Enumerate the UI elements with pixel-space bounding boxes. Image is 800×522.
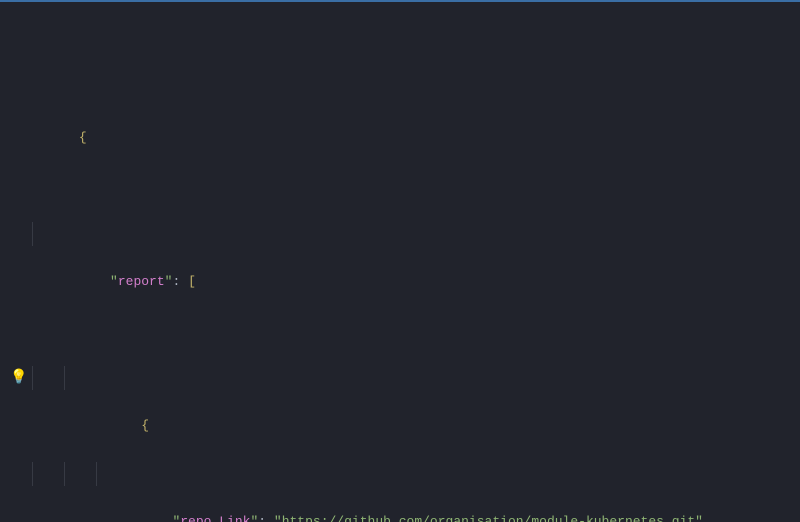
code-line: "repo_Link": "https://github.com/organis… (32, 462, 800, 486)
quote: " (695, 514, 703, 522)
repo-link-url[interactable]: https://github.com/organisation/module-k… (282, 514, 695, 522)
colon: : (172, 274, 188, 289)
colon: : (258, 514, 274, 522)
bracket-open: [ (188, 274, 196, 289)
code-line: { (32, 102, 800, 126)
quote: " (110, 274, 118, 289)
brace-open: { (141, 418, 149, 433)
json-key-report: report (118, 274, 165, 289)
code-area[interactable]: { "report": [ { "repo_Link": "https://gi… (32, 4, 800, 522)
editor-gutter: 💡 (0, 4, 32, 522)
comma: , (703, 514, 711, 522)
code-line: "report": [ (32, 222, 800, 246)
brace-open: { (79, 130, 87, 145)
quote: " (274, 514, 282, 522)
code-editor[interactable]: 💡 { "report": [ { "repo_Link": "https://… (0, 0, 800, 522)
lightbulb-icon[interactable]: 💡 (10, 366, 27, 390)
code-line: { (32, 366, 800, 390)
json-key-repo-link: repo_Link (180, 514, 250, 522)
tab-active-indicator (0, 0, 800, 2)
